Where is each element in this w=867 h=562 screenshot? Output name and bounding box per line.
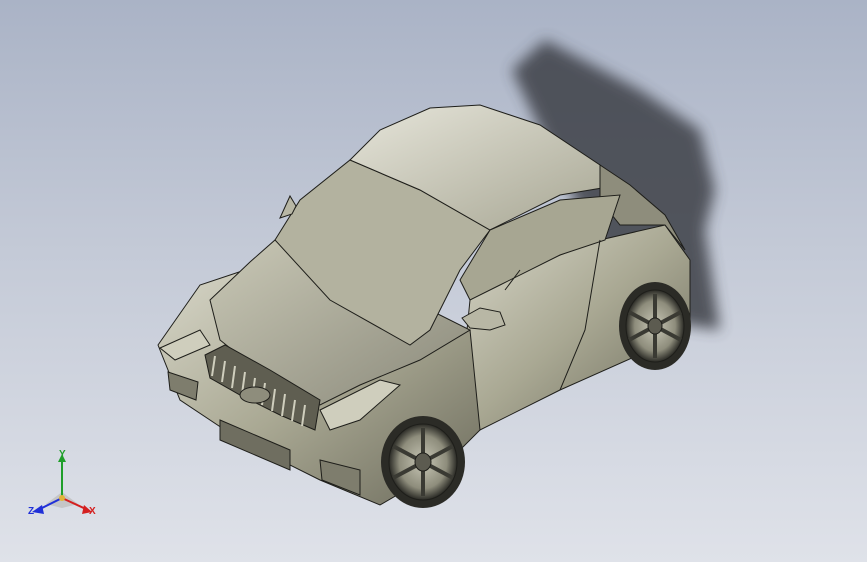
z-axis-label: Z [28, 506, 35, 517]
coordinate-triad[interactable]: Y X Z [22, 448, 106, 528]
y-axis-label: Y [59, 449, 66, 460]
x-axis-label: X [89, 506, 96, 517]
car-model-svg[interactable] [0, 0, 867, 562]
front-wheel [381, 416, 465, 508]
car-badge [239, 386, 271, 404]
graphics-viewport[interactable]: Y X Z [0, 0, 867, 562]
rear-wheel [619, 282, 691, 370]
